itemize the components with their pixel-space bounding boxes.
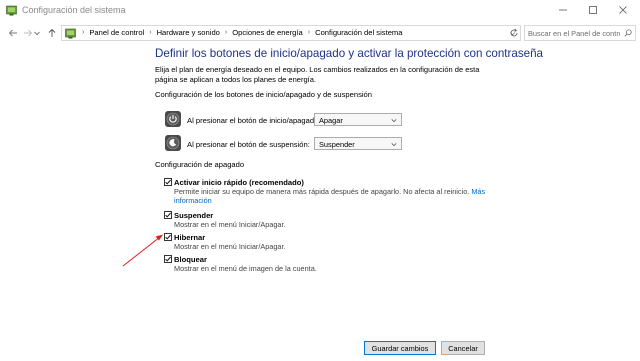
- search-box[interactable]: [524, 25, 636, 41]
- back-arrow-icon: [8, 29, 17, 37]
- back-button[interactable]: [5, 25, 21, 41]
- breadcrumb-power-options[interactable]: Opciones de energía: [232, 28, 303, 37]
- power-button-label: Al presionar el botón de inicio/apagado:: [187, 116, 321, 125]
- save-changes-label: Guardar cambios: [371, 343, 429, 353]
- save-changes-button[interactable]: Guardar cambios: [364, 341, 436, 355]
- cancel-button[interactable]: Cancelar: [441, 341, 485, 355]
- breadcrumb-separator: ›: [149, 29, 152, 36]
- breadcrumb: › Panel de control › Hardware y sonido ›…: [82, 28, 402, 37]
- breadcrumb-control-panel[interactable]: Panel de control: [89, 28, 144, 37]
- annotation-arrow: [122, 234, 163, 267]
- maximize-button[interactable]: [578, 0, 608, 20]
- breadcrumb-separator: ›: [224, 29, 228, 36]
- minimize-icon: [559, 9, 567, 11]
- close-icon: [619, 6, 627, 14]
- lock-description: Mostrar en el menú de imagen de la cuent…: [174, 264, 317, 273]
- cancel-label: Cancelar: [448, 343, 478, 353]
- hibernate-label[interactable]: Hibernar: [174, 233, 205, 242]
- recent-locations-button[interactable]: [32, 25, 42, 41]
- chevron-down-icon: [391, 119, 397, 123]
- buttons-section-header: Configuración de los botones de inicio/a…: [155, 90, 372, 99]
- breadcrumb-hardware-sound[interactable]: Hardware y sonido: [157, 28, 220, 37]
- lock-label[interactable]: Bloquear: [174, 255, 207, 264]
- breadcrumb-separator: ›: [82, 29, 85, 36]
- page-description: Elija el plan de energía deseado en el e…: [155, 65, 480, 84]
- more-info-link-continued[interactable]: información: [174, 196, 212, 206]
- power-button-selected-value: Apagar: [319, 116, 343, 125]
- sleep-button-icon: [165, 135, 181, 151]
- checkmark-icon: [165, 179, 171, 185]
- suspend-checkbox[interactable]: [164, 211, 172, 219]
- up-button[interactable]: [44, 25, 60, 41]
- control-panel-icon: [65, 28, 76, 39]
- recent-dropdown-icon: [34, 31, 40, 36]
- breadcrumb-system-settings[interactable]: Configuración del sistema: [315, 28, 402, 37]
- fast-startup-checkbox[interactable]: [164, 178, 172, 186]
- navigation-bar: › Panel de control › Hardware y sonido ›…: [0, 22, 640, 44]
- hibernate-description: Mostrar en el menú Iniciar/Apagar.: [174, 242, 286, 251]
- shutdown-section-header: Configuración de apagado: [155, 160, 244, 169]
- fast-startup-description: Permite iniciar su equipo de manera más …: [174, 187, 485, 197]
- refresh-icon: [510, 28, 518, 37]
- sleep-button-select[interactable]: Suspender: [314, 137, 402, 150]
- more-info-link[interactable]: Más: [471, 187, 485, 196]
- chevron-down-icon: [391, 143, 397, 147]
- search-icon[interactable]: [624, 29, 632, 37]
- minimize-button[interactable]: [548, 0, 578, 20]
- close-button[interactable]: [608, 0, 638, 20]
- sleep-button-label: Al presionar el botón de suspensión:: [187, 140, 310, 149]
- shutdown-section-title: Configuración de apagado: [155, 160, 245, 169]
- suspend-description: Mostrar en el menú Iniciar/Apagar.: [174, 220, 286, 229]
- maximize-icon: [589, 6, 597, 14]
- fast-startup-desc-text: Permite iniciar su equipo de manera más …: [174, 187, 470, 196]
- search-input[interactable]: [528, 27, 620, 39]
- up-arrow-icon: [48, 28, 56, 37]
- control-panel-icon: [6, 5, 17, 16]
- checkmark-icon: [165, 212, 171, 218]
- address-bar[interactable]: › Panel de control › Hardware y sonido ›…: [61, 25, 521, 41]
- breadcrumb-separator: ›: [307, 29, 311, 36]
- fast-startup-label[interactable]: Activar inicio rápido (recomendado): [174, 178, 304, 187]
- sleep-button-selected-value: Suspender: [319, 140, 355, 149]
- buttons-section-title: Configuración de los botones de inicio/a…: [155, 90, 372, 99]
- page-title: Definir los botones de inicio/apagado y …: [155, 47, 543, 60]
- title-bar: Configuración del sistema: [0, 0, 640, 22]
- refresh-button[interactable]: [506, 25, 522, 41]
- power-button-select[interactable]: Apagar: [314, 113, 402, 126]
- power-button-icon: [165, 111, 181, 127]
- window-title: Configuración del sistema: [22, 5, 126, 15]
- suspend-label[interactable]: Suspender: [174, 211, 213, 220]
